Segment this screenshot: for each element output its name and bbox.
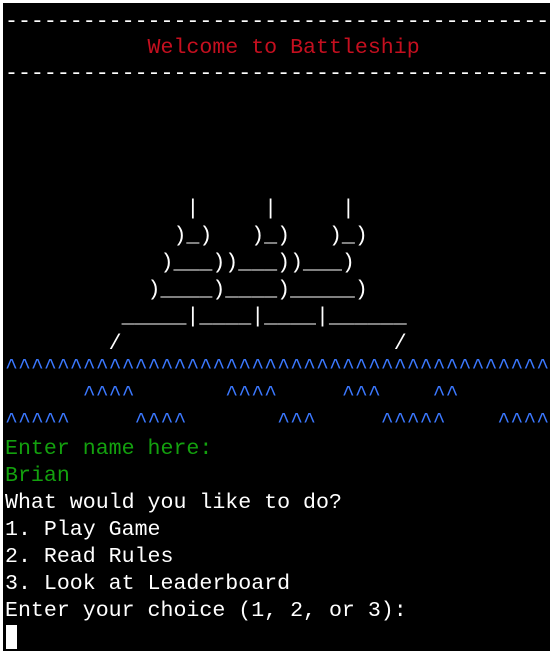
menu-question: What would you like to do?	[5, 491, 342, 515]
ship-art-line: )___))___))___)	[5, 251, 355, 275]
menu-option-read-rules: 2. Read Rules	[5, 545, 174, 569]
wave-line: ^^^^^^^^^^^^^^^^^^^^^^^^^^^^^^^^^^^^^^^^…	[5, 356, 550, 380]
wave-line: ^^^^ ^^^^ ^^^ ^^	[5, 383, 459, 407]
header-rule-bottom: ----------------------------------------…	[5, 62, 550, 86]
header-rule-top: ----------------------------------------…	[5, 10, 550, 34]
wave-line: ^^^^^ ^^^^ ^^^ ^^^^^ ^^^^	[5, 410, 550, 434]
ship-art-line: )_) )_) )_)	[5, 224, 368, 248]
ship-art-line: _____|____|____|______	[5, 305, 407, 329]
choice-prompt: Enter your choice (1, 2, or 3):	[5, 599, 407, 623]
terminal-window[interactable]: ----------------------------------------…	[3, 3, 550, 651]
menu-option-leaderboard: 3. Look at Leaderboard	[5, 572, 291, 596]
welcome-title: Welcome to Battleship	[5, 36, 420, 60]
name-input-value: Brian	[5, 464, 70, 488]
ship-art-line: / /	[5, 332, 407, 356]
name-prompt: Enter name here:	[5, 437, 213, 461]
text-cursor[interactable]	[6, 625, 17, 649]
ship-art-line: )____)____)_____)	[5, 278, 368, 302]
menu-option-play-game: 1. Play Game	[5, 518, 161, 542]
ship-art-line: | | |	[5, 197, 355, 221]
